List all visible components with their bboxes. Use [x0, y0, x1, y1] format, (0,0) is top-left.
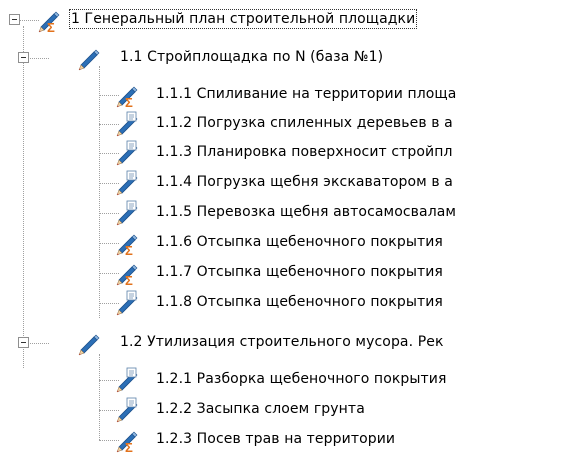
tree-node-leaf[interactable]: Σ 1.1.7 Отсыпка щебеночного покрытия	[0, 258, 564, 288]
tree-node-label: 1.2.1 Разборка щебеночного покрытия	[156, 371, 447, 387]
tree-node-leaf[interactable]: Σ 1.1.6 Отсыпка щебеночного покрытия	[0, 228, 564, 258]
svg-text:Σ: Σ	[125, 273, 133, 286]
tree-node-label: 1.1.8 Отсыпка щебеночного покрытия	[156, 294, 443, 310]
tree-node-leaf[interactable]: Σ 1.2.3 Посев трав на территории	[0, 425, 564, 455]
svg-text:Σ: Σ	[125, 243, 133, 256]
tree-node-label: 1.1.5 Перевозка щебня автосамосвалам	[156, 204, 457, 220]
pencil-sigma-icon: Σ	[113, 260, 139, 288]
pencil-doc-icon	[113, 290, 139, 316]
pencil-doc-icon	[113, 111, 139, 137]
tree-node-label: 1 Генеральный план строительной площадки	[68, 9, 418, 29]
pencil-sigma-icon: Σ	[113, 427, 139, 455]
pencil-doc-icon	[113, 140, 139, 166]
tree-node-label: 1.1.7 Отсыпка щебеночного покрытия	[156, 264, 443, 280]
svg-text:Σ: Σ	[47, 20, 55, 33]
pencil-icon	[75, 330, 101, 356]
pencil-sigma-icon: Σ	[35, 7, 61, 35]
tree-node-label: 1.1.4 Погрузка щебня экскаватором в а	[156, 174, 453, 190]
tree-node-leaf[interactable]: 1.2.1 Разборка щебеночного покрытия	[0, 365, 564, 395]
tree-node-leaf[interactable]: 1.1.5 Перевозка щебня автосамосвалам	[0, 198, 564, 228]
pencil-doc-icon	[113, 170, 139, 196]
tree-node-leaf[interactable]: 1.1.2 Погрузка спиленных деревьев в а	[0, 109, 564, 139]
tree-node-leaf[interactable]: 1.1.8 Отсыпка щебеночного покрытия	[0, 288, 564, 318]
tree-node-group[interactable]: 1.2 Утилизация строительного мусора. Рек	[0, 328, 564, 358]
tree-node-label: 1.1 Стройплощадка по N (база №1)	[120, 49, 384, 65]
tree-node-label: 1.1.1 Спиливание на территории площа	[156, 86, 457, 102]
pencil-doc-icon	[113, 200, 139, 226]
pencil-doc-icon	[113, 367, 139, 393]
tree-view: Σ 1 Генеральный план строительной площад…	[0, 0, 564, 457]
tree-node-label: 1.2.3 Посев трав на территории	[156, 431, 396, 447]
tree-node-label: 1.1.6 Отсыпка щебеночного покрытия	[156, 234, 443, 250]
collapse-toggle[interactable]	[18, 52, 29, 63]
svg-text:Σ: Σ	[125, 440, 133, 453]
tree-node-leaf[interactable]: Σ 1.1.1 Спиливание на территории площа	[0, 80, 564, 110]
tree-node-leaf[interactable]: 1.1.4 Погрузка щебня экскаватором в а	[0, 168, 564, 198]
svg-text:Σ: Σ	[125, 95, 133, 108]
tree-node-label: 1.2.2 Засыпка слоем грунта	[156, 401, 365, 417]
tree-node-root[interactable]: Σ 1 Генеральный план строительной площад…	[0, 5, 564, 35]
tree-node-label: 1.1.2 Погрузка спиленных деревьев в а	[156, 115, 453, 131]
tree-node-label: 1.2 Утилизация строительного мусора. Рек	[120, 334, 444, 350]
collapse-toggle[interactable]	[18, 337, 29, 348]
pencil-sigma-icon: Σ	[113, 82, 139, 110]
pencil-icon	[75, 45, 101, 71]
tree-node-leaf[interactable]: 1.2.2 Засыпка слоем грунта	[0, 395, 564, 425]
pencil-sigma-icon: Σ	[113, 230, 139, 258]
tree-node-label: 1.1.3 Планировка поверхносит стройпл	[156, 144, 453, 160]
pencil-doc-icon	[113, 397, 139, 423]
collapse-toggle[interactable]	[9, 14, 20, 25]
tree-node-group[interactable]: 1.1 Стройплощадка по N (база №1)	[0, 43, 564, 73]
tree-node-leaf[interactable]: 1.1.3 Планировка поверхносит стройпл	[0, 138, 564, 168]
